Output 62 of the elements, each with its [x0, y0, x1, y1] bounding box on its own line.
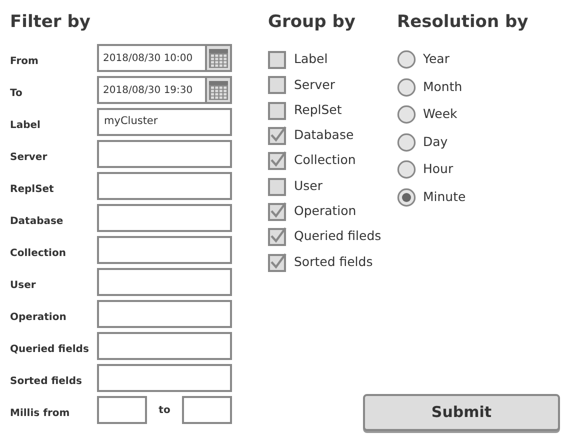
checkbox-option[interactable]: ReplSet: [268, 98, 397, 123]
checkbox[interactable]: [268, 151, 287, 170]
checkbox-option[interactable]: Operation: [268, 198, 397, 224]
input-field[interactable]: [97, 300, 232, 328]
checkbox-option[interactable]: Sorted fields: [268, 249, 397, 275]
checkbox-option[interactable]: Database: [268, 122, 397, 148]
field-label: ReplSet: [10, 182, 55, 196]
section-title: Resolution by: [397, 11, 530, 34]
input-field[interactable]: [97, 364, 232, 392]
radio-button[interactable]: [397, 132, 416, 152]
checkbox[interactable]: [268, 252, 287, 272]
input-field[interactable]: [97, 268, 232, 296]
field-label: User: [10, 278, 37, 292]
checkbox[interactable]: [268, 202, 287, 221]
calendar-icon[interactable]: [209, 48, 228, 68]
field-label: Label: [10, 118, 42, 132]
checkbox-option[interactable]: User: [268, 173, 397, 199]
field-label: To: [10, 86, 24, 100]
checkbox[interactable]: [268, 176, 287, 196]
field-label: Millis from: [10, 406, 71, 420]
checkbox-option[interactable]: Queried fileds: [268, 224, 397, 250]
radio-option[interactable]: Year: [397, 46, 557, 74]
input-field[interactable]: [97, 396, 147, 424]
field-label: to: [158, 404, 172, 418]
radio-option[interactable]: Hour: [397, 156, 557, 184]
input-field[interactable]: [97, 204, 232, 232]
checkbox[interactable]: [268, 75, 287, 94]
field-label: Operation: [10, 310, 68, 324]
checkbox[interactable]: [268, 126, 287, 146]
field-label: Collection: [10, 246, 67, 260]
checkbox-option[interactable]: Server: [268, 72, 397, 98]
field-label: Server: [10, 150, 48, 164]
radio-option[interactable]: Minute: [397, 184, 557, 211]
section-title: Filter by: [10, 11, 92, 34]
submit-button[interactable]: Submit: [363, 394, 560, 431]
checkbox[interactable]: [268, 100, 287, 120]
date-field[interactable]: 2018/08/30 19:30: [97, 76, 232, 104]
field-label: From: [10, 54, 40, 68]
radio-button[interactable]: [397, 50, 416, 70]
checkbox[interactable]: [268, 50, 287, 70]
calendar-icon[interactable]: [209, 80, 228, 100]
checkbox-option[interactable]: Collection: [268, 148, 397, 174]
field-label: Database: [10, 214, 64, 228]
radio-option[interactable]: Month: [397, 74, 557, 101]
checkbox-option[interactable]: Label: [268, 47, 397, 72]
radio-button[interactable]: [397, 78, 416, 97]
input-field[interactable]: [97, 140, 232, 168]
input-field[interactable]: [97, 236, 232, 264]
radio-button[interactable]: [397, 105, 416, 124]
field-label: Sorted fields: [10, 374, 83, 388]
radio-option[interactable]: Day: [397, 128, 557, 156]
radio-button[interactable]: [397, 188, 416, 207]
checkbox[interactable]: [268, 227, 287, 246]
input-field[interactable]: [182, 396, 232, 424]
radio-button[interactable]: [397, 160, 416, 180]
input-field[interactable]: myCluster: [97, 108, 232, 136]
input-field[interactable]: [97, 332, 232, 360]
date-field[interactable]: 2018/08/30 10:00: [97, 44, 232, 72]
field-label: Queried fields: [10, 342, 90, 356]
section-title: Group by: [268, 11, 356, 34]
radio-option[interactable]: Week: [397, 101, 557, 128]
input-field[interactable]: [97, 172, 232, 200]
